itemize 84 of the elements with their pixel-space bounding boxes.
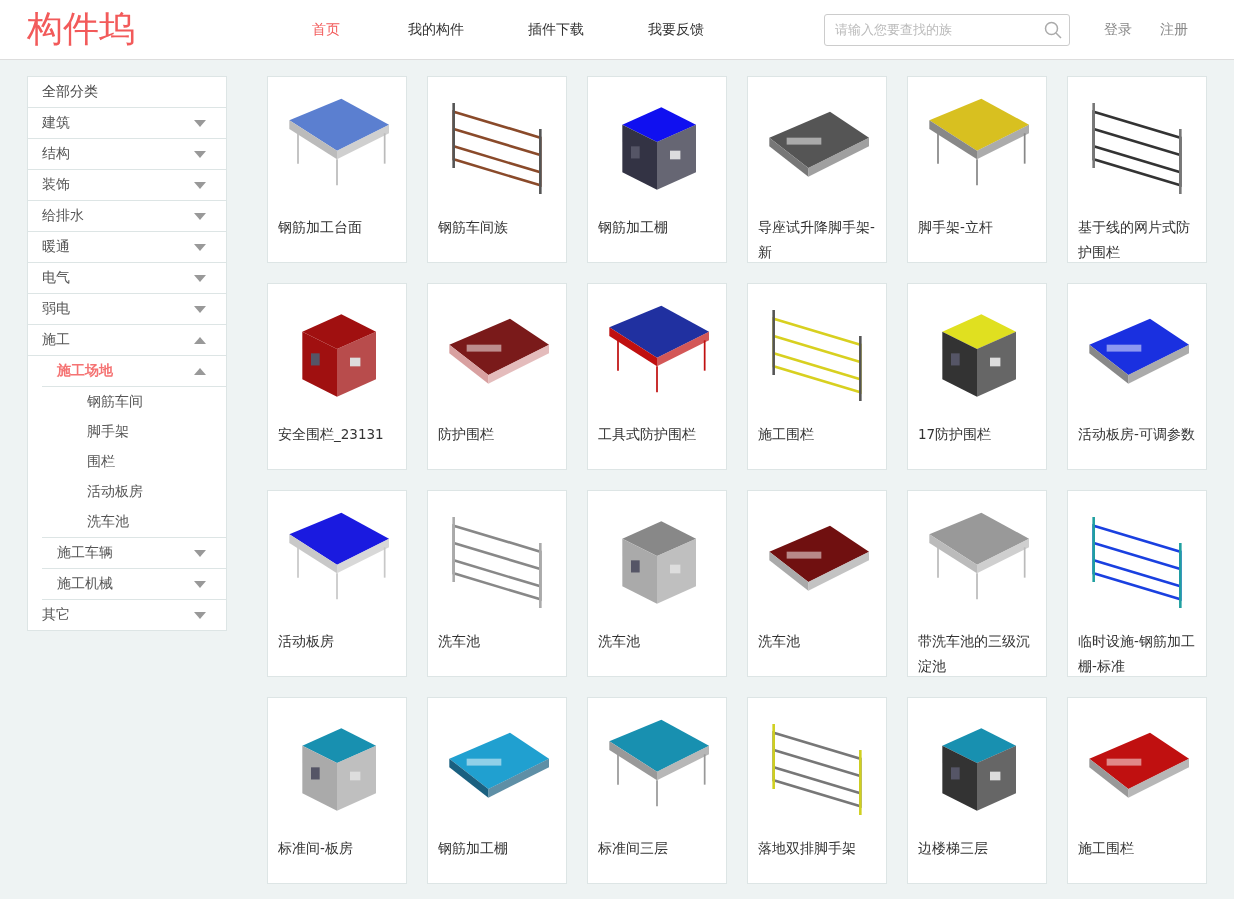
card-title[interactable]: 洗车池 xyxy=(428,621,566,654)
card-title[interactable]: 脚手架-立杆 xyxy=(908,207,1046,240)
component-card[interactable]: 安全围栏_23131 xyxy=(267,283,407,470)
component-card[interactable]: 脚手架-立杆 xyxy=(907,76,1047,263)
card-title[interactable]: 活动板房-可调参数 xyxy=(1068,414,1206,447)
nav-link[interactable]: 我的构件 xyxy=(376,20,496,39)
card-title[interactable]: 标准间-板房 xyxy=(268,828,406,861)
card-title[interactable]: 带洗车池的三级沉淀池 xyxy=(908,621,1046,676)
component-card[interactable]: 活动板房 xyxy=(267,490,407,677)
component-card[interactable]: 钢筋加工棚 xyxy=(587,76,727,263)
card-title[interactable]: 活动板房 xyxy=(268,621,406,654)
component-card[interactable]: 施工围栏 xyxy=(747,283,887,470)
category-item[interactable]: 其它 xyxy=(42,606,70,624)
component-card[interactable]: 导座试升降脚手架-新 xyxy=(747,76,887,263)
account-link[interactable]: 注册 xyxy=(1160,20,1188,39)
component-card[interactable]: 工具式防护围栏 xyxy=(587,283,727,470)
caret-down-icon[interactable] xyxy=(194,549,206,557)
caret-up-icon[interactable] xyxy=(194,336,206,344)
component-card[interactable]: 施工围栏 xyxy=(1067,697,1207,884)
component-card[interactable]: 钢筋加工棚 xyxy=(427,697,567,884)
card-title[interactable]: 施工围栏 xyxy=(1068,828,1206,861)
card-title[interactable]: 施工围栏 xyxy=(748,414,886,447)
category-item[interactable]: 结构 xyxy=(42,145,70,163)
caret-up-icon[interactable] xyxy=(194,367,206,375)
component-card[interactable]: 17防护围栏 xyxy=(907,283,1047,470)
component-card[interactable]: 钢筋车间族 xyxy=(427,76,567,263)
caret-down-icon[interactable] xyxy=(194,274,206,282)
search-field[interactable]: 请输入您要查找的族 xyxy=(824,13,1070,46)
card-title[interactable]: 边楼梯三层 xyxy=(908,828,1046,861)
component-card[interactable]: 基于线的网片式防护围栏 xyxy=(1067,76,1207,263)
card-title[interactable]: 标准间三层 xyxy=(588,828,726,861)
component-card[interactable]: 活动板房-可调参数 xyxy=(1067,283,1207,470)
card-title[interactable]: 临时设施-钢筋加工棚-标准 xyxy=(1068,621,1206,676)
caret-down-icon[interactable] xyxy=(194,119,206,127)
category-item[interactable]: 施工 xyxy=(42,331,70,349)
card-title[interactable]: 钢筋车间族 xyxy=(428,207,566,240)
caret-down-icon[interactable] xyxy=(194,305,206,313)
card-title[interactable]: 洗车池 xyxy=(748,621,886,654)
nav-link[interactable]: 我要反馈 xyxy=(616,20,736,39)
component-card[interactable]: 防护围栏 xyxy=(427,283,567,470)
category-item[interactable]: 电气 xyxy=(42,269,70,287)
caret-down-icon[interactable] xyxy=(194,212,206,220)
sidebar-title[interactable]: 全部分类 xyxy=(28,77,226,108)
component-card[interactable]: 洗车池 xyxy=(587,490,727,677)
category-item[interactable]: 暖通 xyxy=(42,238,70,256)
account-link[interactable]: 登录 xyxy=(1104,20,1132,39)
card-title[interactable]: 洗车池 xyxy=(588,621,726,654)
category-item[interactable]: 洗车池 xyxy=(87,513,129,531)
component-card[interactable]: 洗车池 xyxy=(427,490,567,677)
caret-down-icon[interactable] xyxy=(194,243,206,251)
category-item[interactable]: 施工机械 xyxy=(57,575,113,593)
caret-down-icon[interactable] xyxy=(194,611,206,619)
card-title[interactable]: 安全围栏_23131 xyxy=(268,414,406,447)
card-title[interactable]: 防护围栏 xyxy=(428,414,566,447)
category-item[interactable]: 给排水 xyxy=(42,207,84,225)
card-title[interactable]: 基于线的网片式防护围栏 xyxy=(1068,207,1206,262)
search-icon[interactable] xyxy=(1044,20,1062,39)
component-card[interactable]: 临时设施-钢筋加工棚-标准 xyxy=(1067,490,1207,677)
component-card[interactable]: 落地双排脚手架 xyxy=(747,697,887,884)
category-item[interactable]: 钢筋车间 xyxy=(87,393,143,411)
card-title[interactable]: 钢筋加工棚 xyxy=(428,828,566,861)
card-title[interactable]: 17防护围栏 xyxy=(908,414,1046,447)
component-card[interactable]: 标准间-板房 xyxy=(267,697,407,884)
category-item[interactable]: 建筑 xyxy=(42,114,70,132)
category-item[interactable]: 施工车辆 xyxy=(57,544,113,562)
card-title[interactable]: 落地双排脚手架 xyxy=(748,828,886,861)
category-item[interactable]: 弱电 xyxy=(42,300,70,318)
card-title[interactable]: 钢筋加工台面 xyxy=(268,207,406,240)
caret-down-icon[interactable] xyxy=(194,580,206,588)
component-card[interactable]: 标准间三层 xyxy=(587,697,727,884)
component-card[interactable]: 边楼梯三层 xyxy=(907,697,1047,884)
nav-link[interactable]: 插件下载 xyxy=(496,20,616,39)
card-title[interactable]: 钢筋加工棚 xyxy=(588,207,726,240)
category-item[interactable]: 脚手架 xyxy=(87,423,129,441)
component-card[interactable]: 钢筋加工台面 xyxy=(267,76,407,263)
card-title[interactable]: 导座试升降脚手架-新 xyxy=(748,207,886,262)
category-item[interactable]: 活动板房 xyxy=(87,483,143,501)
caret-down-icon[interactable] xyxy=(194,181,206,189)
card-title[interactable]: 工具式防护围栏 xyxy=(588,414,726,447)
category-item[interactable]: 装饰 xyxy=(42,176,70,194)
component-card[interactable]: 带洗车池的三级沉淀池 xyxy=(907,490,1047,677)
caret-down-icon[interactable] xyxy=(194,150,206,158)
category-item[interactable]: 围栏 xyxy=(87,453,115,471)
component-card[interactable]: 洗车池 xyxy=(747,490,887,677)
